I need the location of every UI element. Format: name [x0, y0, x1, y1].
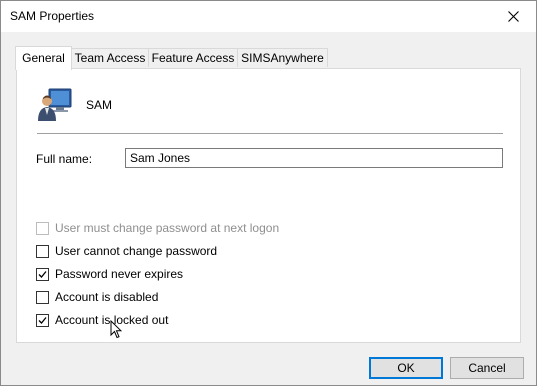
tab-feature-access[interactable]: Feature Access	[148, 48, 238, 67]
tab-team-access[interactable]: Team Access	[71, 48, 149, 67]
close-icon	[507, 11, 519, 22]
user-computer-icon	[38, 88, 72, 121]
password-never-expires-checkbox[interactable]	[36, 267, 49, 281]
mouse-pointer-icon	[110, 320, 122, 339]
option-account-disabled[interactable]: Account is disabled	[36, 289, 158, 305]
tab-simsanywhere[interactable]: SIMSAnywhere	[237, 48, 328, 67]
option-account-locked-out[interactable]: Account is locked out	[36, 312, 168, 328]
password-never-expires-label[interactable]: Password never expires	[55, 267, 183, 281]
full-name-label: Full name:	[36, 152, 93, 166]
account-disabled-label[interactable]: Account is disabled	[55, 290, 158, 304]
account-locked-out-checkbox[interactable]	[36, 313, 49, 327]
option-password-never-expires[interactable]: Password never expires	[36, 266, 183, 282]
checkmark-icon	[38, 316, 47, 324]
separator	[37, 133, 503, 134]
full-name-field[interactable]: Sam Jones	[125, 148, 503, 168]
tab-general[interactable]: General	[15, 46, 72, 70]
close-button[interactable]	[490, 1, 536, 32]
cannot-change-password-checkbox[interactable]	[36, 244, 49, 258]
must-change-password-checkbox	[36, 221, 49, 235]
user-name: SAM	[86, 98, 113, 112]
checkmark-icon	[38, 270, 47, 278]
window-title: SAM Properties	[10, 9, 95, 23]
account-disabled-checkbox[interactable]	[36, 290, 49, 304]
cancel-button[interactable]: Cancel	[450, 357, 524, 379]
title-bar: SAM Properties	[1, 1, 536, 32]
cannot-change-password-label[interactable]: User cannot change password	[55, 244, 217, 258]
must-change-password-label: User must change password at next logon	[55, 221, 280, 235]
properties-dialog: SAM Properties General Team Access Featu…	[0, 0, 537, 386]
ok-button[interactable]: OK	[369, 357, 443, 379]
option-cannot-change-password[interactable]: User cannot change password	[36, 243, 217, 259]
general-tab-panel: SAM Full name: Sam Jones User must chang…	[16, 68, 521, 343]
option-must-change-password: User must change password at next logon	[36, 220, 279, 236]
